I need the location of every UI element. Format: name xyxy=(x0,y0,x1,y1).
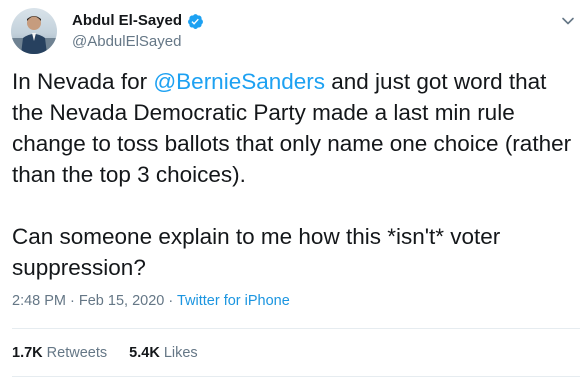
likes-count: 5.4K xyxy=(129,345,160,361)
tweet-meta: 2:48 PM · Feb 15, 2020 · Twitter for iPh… xyxy=(12,291,290,311)
divider xyxy=(12,328,580,329)
tweet-source-link[interactable]: Twitter for iPhone xyxy=(177,293,290,309)
retweets-stat[interactable]: 1.7K Retweets xyxy=(12,345,107,361)
tweet-text: In Nevada for @BernieSanders and just go… xyxy=(12,66,578,283)
engagement-stats: 1.7K Retweets 5.4K Likes xyxy=(12,343,216,363)
tweet-paragraph: In Nevada for @BernieSanders and just go… xyxy=(12,66,578,190)
verified-badge-icon xyxy=(187,13,204,30)
retweets-label: Retweets xyxy=(46,345,108,361)
meta-separator: · xyxy=(66,293,79,309)
tweet-text-segment: In Nevada for xyxy=(12,69,154,94)
meta-separator: · xyxy=(164,293,177,309)
handle[interactable]: @AbdulElSayed xyxy=(72,32,204,52)
divider xyxy=(12,376,580,377)
retweets-count: 1.7K xyxy=(12,345,43,361)
tweet-paragraph: Can someone explain to me how this *isn'… xyxy=(12,224,501,280)
person-icon xyxy=(11,16,57,54)
display-name[interactable]: Abdul El-Sayed xyxy=(72,11,182,31)
likes-stat[interactable]: 5.4K Likes xyxy=(129,345,198,361)
tweet-card: Abdul El-Sayed @AbdulElSayed In Nevada f… xyxy=(0,0,588,378)
tweet-date[interactable]: Feb 15, 2020 xyxy=(79,293,164,309)
author-block: Abdul El-Sayed @AbdulElSayed xyxy=(72,11,204,52)
chevron-down-icon[interactable] xyxy=(560,13,576,29)
tweet-time[interactable]: 2:48 PM xyxy=(12,293,66,309)
name-row: Abdul El-Sayed xyxy=(72,11,204,31)
likes-label: Likes xyxy=(163,345,198,361)
mention-link[interactable]: @BernieSanders xyxy=(153,69,325,94)
avatar[interactable] xyxy=(11,8,57,54)
